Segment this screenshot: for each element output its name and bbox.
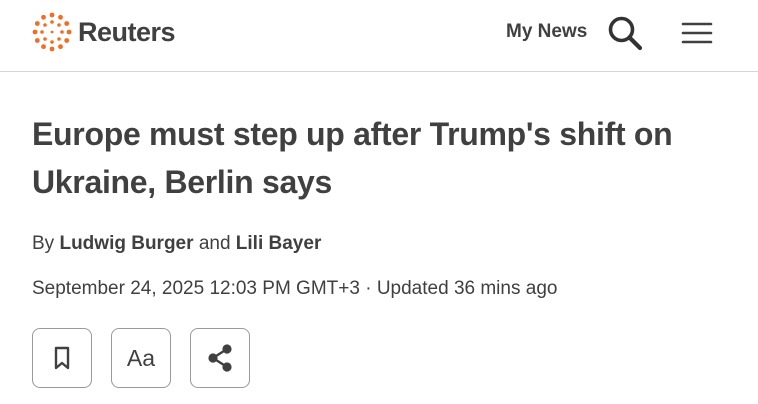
date-separator: · [365, 278, 372, 299]
article-headline: Europe must step up after Trump's shift … [32, 116, 673, 200]
updated-time: Updated 36 mins ago [376, 278, 558, 299]
author-link-ludwig-burger[interactable]: Ludwig Burger [59, 233, 193, 254]
font-size-label: Aa [126, 344, 156, 371]
byline-joiner: and [198, 233, 231, 254]
article-dateline: September 24, 2025 12:03 PM GMT+3 · Upda… [32, 275, 557, 303]
author-link-lili-bayer[interactable]: Lili Bayer [236, 233, 322, 254]
search-button[interactable] [606, 14, 644, 52]
my-news-link[interactable]: My News [506, 20, 587, 44]
search-icon [608, 16, 643, 51]
reuters-logo[interactable]: Reuters [32, 12, 176, 52]
bookmark-icon [54, 346, 70, 370]
logo-text: Reuters [78, 16, 176, 47]
menu-button[interactable] [680, 17, 714, 49]
byline-prefix: By [32, 233, 55, 254]
reuters-logo-icon [32, 12, 72, 52]
share-button[interactable] [190, 328, 250, 388]
publish-date: September 24, 2025 12:03 PM GMT+3 [32, 278, 360, 299]
site-header: Reuters My News [0, 0, 758, 72]
bookmark-button[interactable] [32, 328, 92, 388]
article-byline: By Ludwig Burger and Lili Bayer [32, 230, 321, 258]
share-icon [208, 344, 232, 372]
font-size-button[interactable]: Aa [111, 328, 171, 388]
hamburger-menu-icon [681, 22, 713, 44]
